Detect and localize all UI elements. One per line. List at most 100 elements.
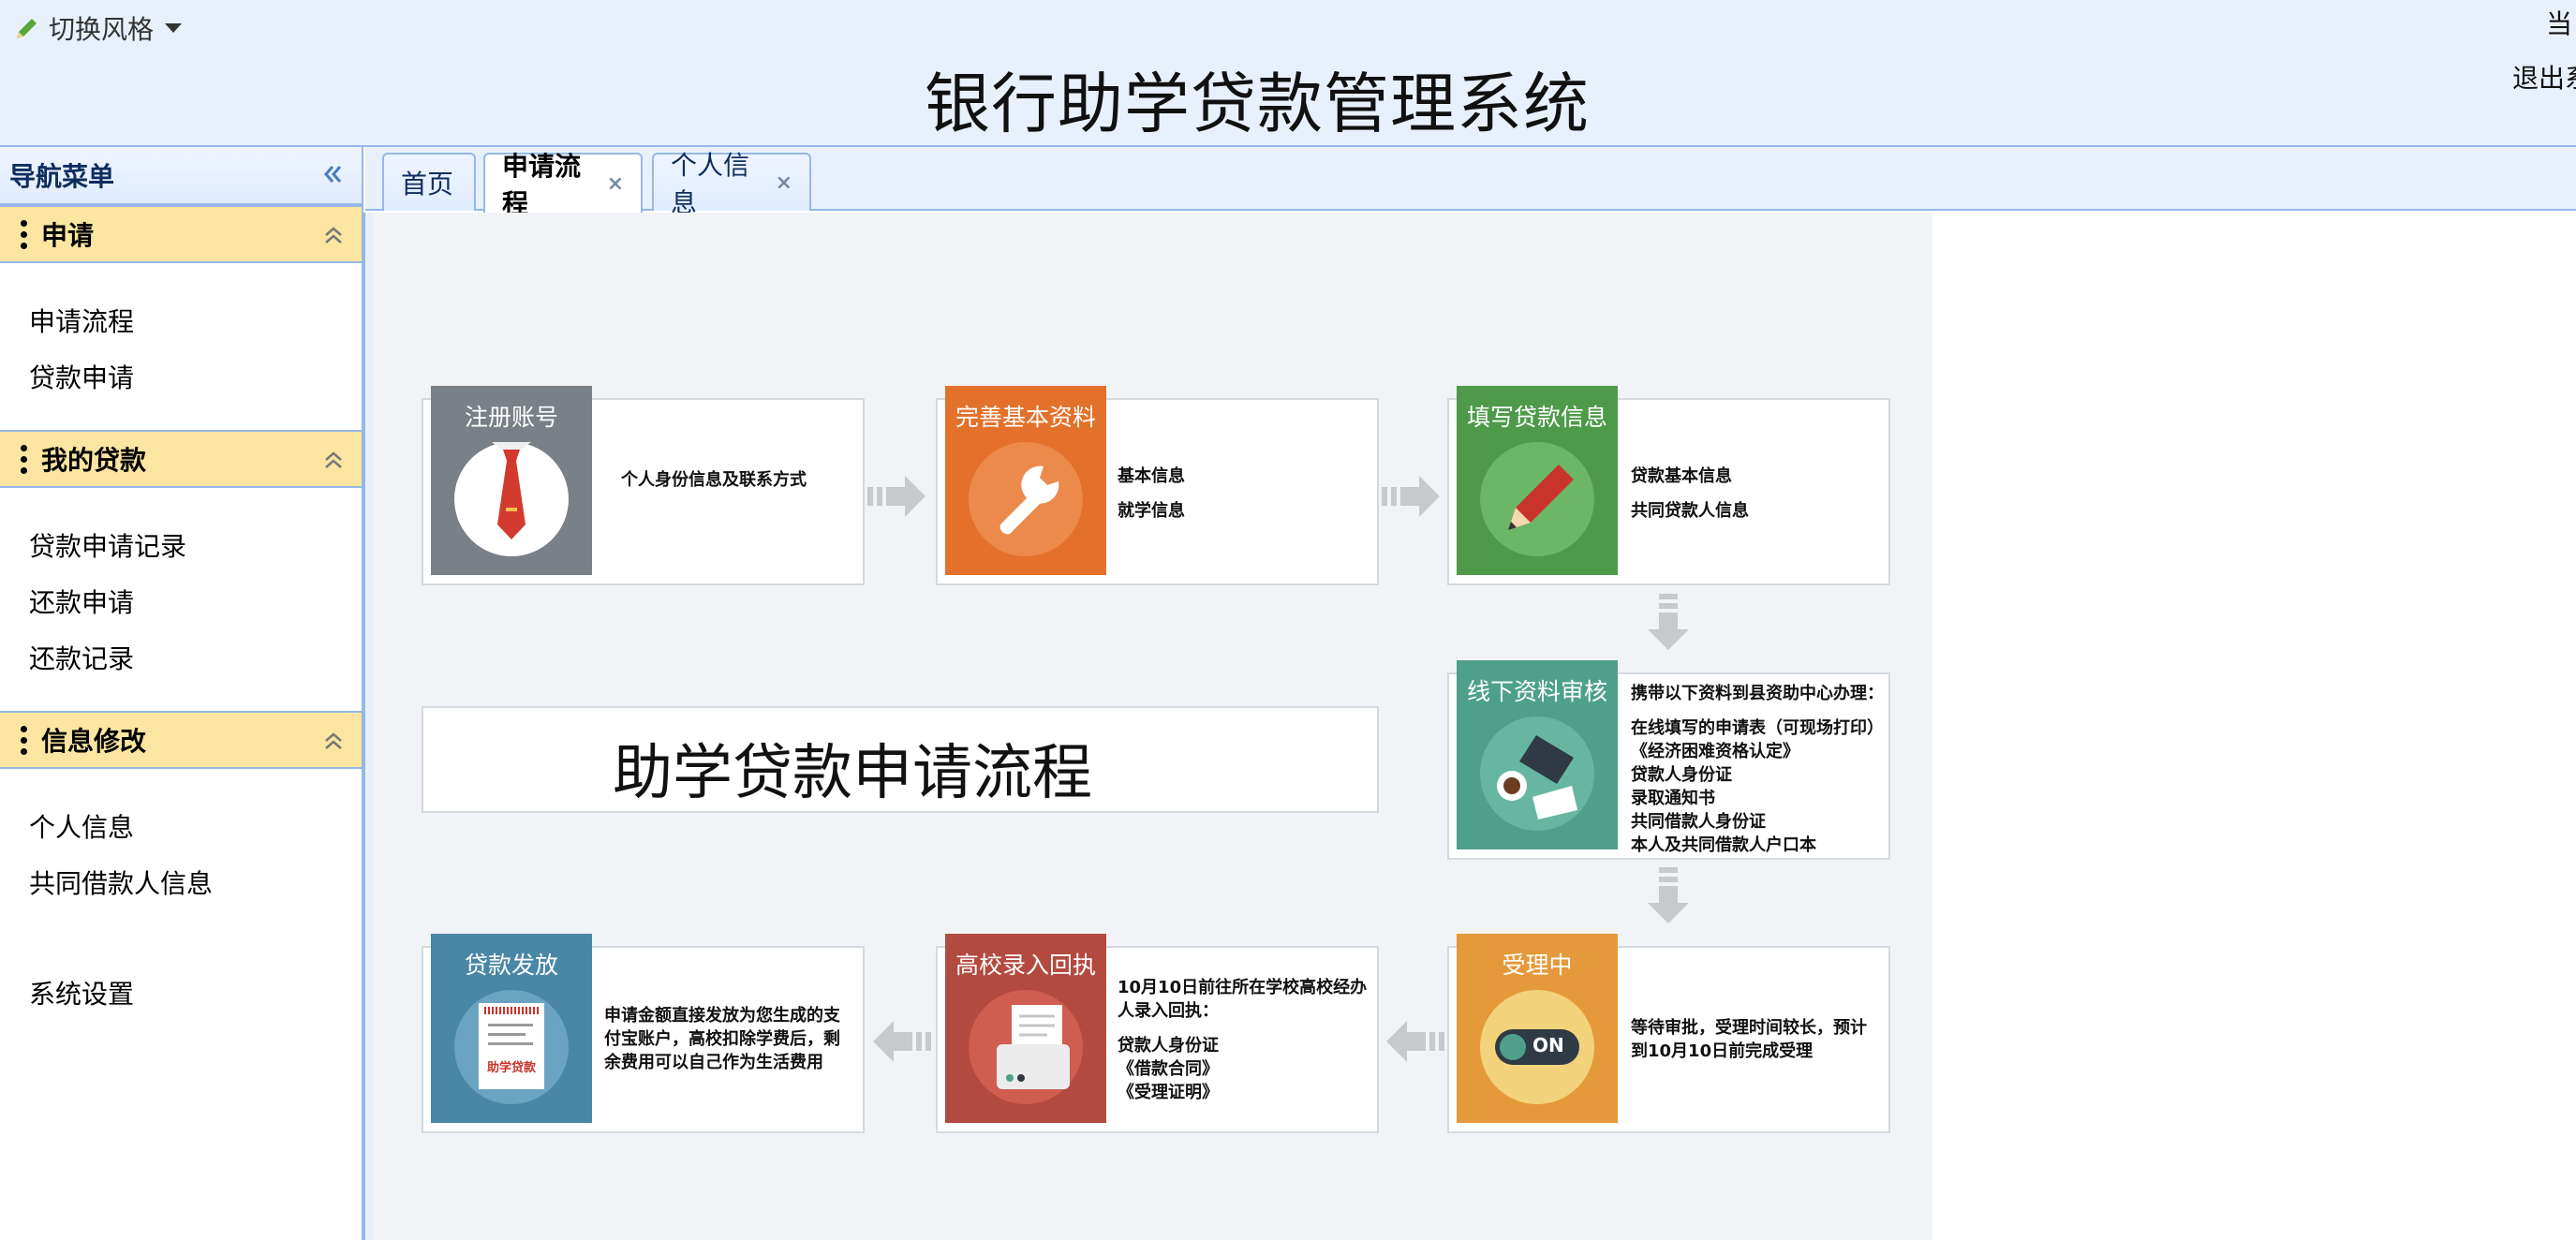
desc-line: 到10月10日前完成受理	[1631, 1041, 1814, 1061]
flow-banner: 助学贷款申请流程	[422, 706, 1379, 813]
arrow-left-icon	[1386, 1021, 1444, 1062]
arrow-down-icon	[1648, 594, 1689, 650]
arrow-left-icon	[873, 1021, 931, 1062]
collapse-up-icon[interactable]	[320, 222, 347, 248]
sidebar-item-apply-process[interactable]: 申请流程	[29, 302, 134, 339]
arrow-right-icon	[867, 476, 925, 517]
desc-line: 就学信息	[1118, 501, 1185, 521]
desc-line: 携带以下资料到县资助中心办理：	[1631, 684, 1884, 703]
flow-step-title: 线下资料审核	[1466, 678, 1607, 705]
toggle-text: ON	[1532, 1034, 1564, 1056]
toggle-on-icon: ON	[1480, 990, 1594, 1104]
desc-line: 《经济困难资格认定》	[1631, 742, 1799, 761]
flow-step-tile-disbursement: 贷款发放 助学贷款	[431, 934, 592, 1123]
receipt-line	[488, 1024, 533, 1026]
desc-line: 基本信息	[1118, 466, 1185, 486]
tab-personal-info[interactable]: 个人信息 ×	[652, 150, 811, 218]
tab-label: 个人信息	[671, 150, 750, 218]
flow-step-title: 完善基本资料	[955, 404, 1096, 431]
sidebar-item-repay-apply[interactable]: 还款申请	[29, 583, 134, 620]
desc-line: 共同贷款人信息	[1631, 501, 1749, 521]
desc-line: 在线填写的申请表（可现场打印）	[1631, 718, 1884, 738]
logout-link[interactable]: 退出系	[2512, 58, 2576, 96]
sidebar-item-loan-apply[interactable]: 贷款申请	[29, 358, 134, 395]
sidebar-item-repay-records[interactable]: 还款记录	[29, 639, 134, 676]
collapse-left-icon[interactable]	[318, 160, 347, 188]
collapse-up-icon[interactable]	[320, 447, 347, 473]
style-switch-label: 切换风格	[49, 14, 155, 45]
receipt-text: 助学贷款	[486, 1061, 536, 1075]
coffee-keyboard-icon	[1480, 716, 1594, 831]
sidebar-item-system-settings[interactable]: 系统设置	[29, 974, 134, 1011]
group-header-info-edit[interactable]: 信息修改	[0, 711, 362, 769]
flow-step-tile-processing: 受理中 ON	[1457, 934, 1618, 1123]
flow-step-desc-loan-info: 贷款基本信息 共同贷款人信息	[1631, 465, 1749, 523]
group-title: 我的贷款	[41, 445, 147, 476]
receipt-icon: 助学贷款	[454, 990, 569, 1104]
flow-step-title: 贷款发放	[464, 952, 558, 979]
pencil-icon	[17, 19, 37, 38]
close-icon[interactable]: ×	[776, 171, 792, 195]
app-header: 切换风格 银行助学贷款管理系统 当 退出系	[0, 0, 2576, 147]
flow-step-desc-offline-review: 携带以下资料到县资助中心办理： 在线填写的申请表（可现场打印） 《经济困难资格认…	[1631, 682, 1884, 857]
flow-step-desc-processing: 等待审批，受理时间较长，预计 到10月10日前完成受理	[1631, 1016, 1867, 1063]
toggle-track: ON	[1495, 1029, 1579, 1065]
printer-icon	[969, 990, 1083, 1104]
flow-step-tile-basic-info: 完善基本资料	[945, 386, 1106, 575]
barcode-icon	[484, 1007, 539, 1014]
drag-dots-icon	[19, 725, 28, 755]
desc-line: 申请金额直接发放为您生成的支	[604, 1006, 840, 1026]
nav-menu-header: 导航菜单	[0, 147, 362, 205]
toggle-knob	[1500, 1034, 1526, 1060]
flow-step-tile-register: 注册账号	[431, 386, 592, 575]
collapse-up-icon[interactable]	[320, 728, 347, 754]
receipt-line	[488, 1033, 526, 1036]
chevron-down-icon	[165, 23, 183, 33]
arrow-right-icon	[1382, 476, 1440, 517]
desc-line: 《受理证明》	[1118, 1083, 1219, 1102]
desc-line: 10月10日前往所在学校高校经办	[1118, 978, 1368, 997]
tab-bar: 首页 申请流程 × 个人信息 ×	[365, 147, 2576, 219]
flow-step-title: 高校录入回执	[955, 952, 1096, 979]
arrow-down-icon	[1648, 867, 1689, 923]
desc-line: 余费用可以自己作为生活费用	[604, 1053, 823, 1072]
style-switch-dropdown[interactable]: 切换风格	[13, 9, 183, 47]
pencil-icon	[1480, 442, 1594, 556]
tab-label: 首页	[401, 169, 454, 199]
sidebar: 导航菜单 申请 申请流程 贷款申请 我的贷款 贷款申请记录 还款申请 还款记录 …	[0, 147, 363, 1240]
flow-step-title: 注册账号	[464, 404, 558, 431]
drag-dots-icon	[19, 219, 28, 249]
nav-menu-title: 导航菜单	[9, 161, 115, 192]
flow-step-desc-receipt-entry: 10月10日前往所在学校高校经办 人录入回执： 贷款人身份证 《借款合同》 《受…	[1118, 976, 1367, 1104]
flow-banner-title: 助学贷款申请流程	[613, 739, 1092, 808]
desc-line: 本人及共同借款人户口本	[1631, 835, 1816, 855]
desc-line: 个人身份信息及联系方式	[621, 470, 807, 490]
desc-line: 等待审批，受理时间较长，预计	[1631, 1018, 1867, 1038]
desc-line: 贷款人身份证	[1118, 1036, 1219, 1055]
flow-step-tile-offline-review: 线下资料审核	[1457, 660, 1618, 849]
tab-home[interactable]: 首页	[382, 153, 476, 211]
sidebar-item-loan-records[interactable]: 贷款申请记录	[29, 526, 186, 564]
desc-line: 贷款基本信息	[1631, 466, 1732, 486]
receipt-paper: 助学贷款	[479, 1003, 544, 1089]
desc-line: 贷款人身份证	[1631, 765, 1732, 785]
tie-icon	[454, 442, 569, 556]
content-border	[363, 213, 373, 1240]
desc-line: 共同借款人身份证	[1631, 812, 1766, 832]
flow-step-title: 受理中	[1502, 952, 1573, 979]
group-header-apply[interactable]: 申请	[0, 205, 362, 263]
tab-apply-process[interactable]: 申请流程 ×	[483, 151, 643, 219]
wrench-icon	[969, 442, 1083, 556]
group-title: 信息修改	[41, 726, 147, 757]
close-icon[interactable]: ×	[607, 172, 624, 196]
sidebar-item-co-borrower-info[interactable]: 共同借款人信息	[29, 864, 213, 901]
drag-dots-icon	[19, 444, 28, 474]
flow-step-title: 填写贷款信息	[1466, 404, 1607, 431]
flow-step-tile-loan-info: 填写贷款信息	[1457, 386, 1618, 575]
system-title: 银行助学贷款管理系统	[925, 66, 1590, 142]
flow-step-desc-disbursement: 申请金额直接发放为您生成的支 付宝账户，高校扣除学费后，剩 余费用可以自己作为生…	[604, 1004, 840, 1074]
receipt-line	[488, 1042, 533, 1045]
tab-label: 申请流程	[502, 151, 582, 219]
group-header-my-loans[interactable]: 我的贷款	[0, 430, 362, 488]
sidebar-item-personal-info[interactable]: 个人信息	[29, 807, 134, 845]
